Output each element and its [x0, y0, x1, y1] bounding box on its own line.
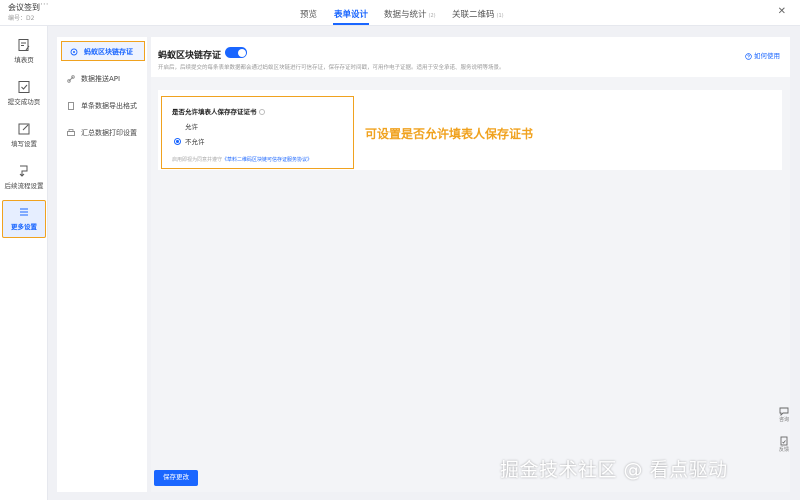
section-description: 开启后，后续提交的每条表单数据都会通过蚂蚁区块链进行可信存证，保存存证时间戳，可… — [158, 65, 505, 71]
certificate-setting-card: 是否允许填表人保存存证证书 允许 不允许 启用即视为同意并遵守《草料二维码区块链… — [158, 90, 782, 170]
radio-checked-icon — [174, 138, 181, 145]
tab-label: 表单设计 — [334, 10, 369, 20]
annotation-callout: 可设置是否允许填表人保存证书 — [365, 127, 534, 141]
tab-form-design[interactable]: 表单设计 — [334, 8, 368, 20]
success-page-icon — [18, 81, 30, 93]
rail-label: 填写设置 — [11, 140, 37, 148]
rail-label: 提交成功页 — [7, 98, 41, 106]
option-label: 不允许 — [185, 138, 205, 146]
help-link[interactable]: 如何使用 — [745, 50, 780, 60]
tab-badge: (1) — [496, 13, 504, 19]
top-bar: 会议签到 ··· 编号：D2 预览 表单设计 数据与统计 (2) 关联二维码 (1)… — [0, 0, 800, 26]
agreement-link[interactable]: 《草料二维码区块链可信存证服务协议》 — [222, 157, 312, 163]
flow-icon — [19, 165, 28, 177]
feedback-icon — [780, 436, 788, 446]
help-label: 如何使用 — [754, 52, 780, 60]
floating-tools: 咨询 反馈 — [773, 400, 795, 460]
agreement-prefix: 启用即视为同意并遵守 — [172, 157, 223, 163]
app-title: 会议签到 — [8, 3, 40, 12]
submenu-label: 汇总数据打印设置 — [81, 129, 137, 137]
save-button[interactable]: 保存更改 — [154, 470, 198, 486]
highlight-box: 是否允许填表人保存存证证书 允许 不允许 启用即视为同意并遵守《草料二维码区块链… — [161, 96, 354, 169]
close-icon[interactable]: ✕ — [778, 6, 786, 17]
submenu-item-blockchain[interactable]: 蚂蚁区块链存证 — [61, 41, 145, 61]
print-icon — [67, 129, 75, 136]
form-edit-icon — [18, 39, 30, 51]
submenu-label: 单条数据导出格式 — [81, 102, 137, 110]
chat-icon — [779, 407, 789, 416]
option-allow[interactable]: 允许 — [174, 121, 198, 131]
submenu-label: 数据推送API — [81, 75, 121, 83]
left-rail: 填表页 提交成功页 填写设置 后续流程设置 更多设置 — [0, 26, 48, 500]
submenu-item-data-push-api[interactable]: 数据推送API — [59, 69, 145, 89]
float-label: 咨询 — [778, 417, 789, 423]
submenu-item-print-settings[interactable]: 汇总数据打印设置 — [59, 123, 145, 143]
rail-item-more-settings[interactable]: 更多设置 — [2, 200, 46, 238]
active-tab-indicator — [333, 23, 369, 25]
rail-label: 后续流程设置 — [4, 182, 44, 190]
blockchain-icon — [70, 48, 78, 56]
app-subtitle: 编号：D2 — [8, 15, 35, 22]
question-text: 是否允许填表人保存存证证书 — [172, 108, 257, 116]
tab-label: 关联二维码 — [452, 10, 495, 20]
section-title: 蚂蚁区块链存证 — [158, 51, 222, 61]
rail-item-form-page[interactable]: 填表页 — [0, 34, 48, 72]
menu-icon — [20, 208, 28, 216]
feedback-button[interactable]: 反馈 — [773, 436, 795, 453]
edit-settings-icon — [18, 123, 30, 135]
link-icon — [67, 75, 75, 83]
tab-badge: (2) — [428, 13, 436, 19]
help-icon — [745, 53, 752, 60]
tab-label: 预览 — [300, 10, 318, 20]
rail-label: 填表页 — [14, 56, 34, 64]
tab-preview[interactable]: 预览 — [300, 8, 317, 20]
question-label: 是否允许填表人保存存证证书 — [172, 106, 265, 116]
blockchain-toggle[interactable] — [225, 47, 247, 58]
radio-icon — [174, 123, 181, 130]
option-disallow[interactable]: 不允许 — [174, 136, 205, 146]
document-icon — [68, 102, 74, 110]
rail-item-workflow-settings[interactable]: 后续流程设置 — [0, 160, 48, 198]
tab-label: 数据与统计 — [384, 10, 427, 20]
rail-item-fill-settings[interactable]: 填写设置 — [0, 118, 48, 156]
submenu-label: 蚂蚁区块链存证 — [84, 48, 133, 56]
option-label: 允许 — [185, 123, 198, 131]
more-icon[interactable]: ··· — [40, 0, 49, 10]
agreement-note: 启用即视为同意并遵守《草料二维码区块链可信存证服务协议》 — [172, 156, 312, 163]
rail-item-success-page[interactable]: 提交成功页 — [0, 76, 48, 114]
settings-submenu: 蚂蚁区块链存证 数据推送API 单条数据导出格式 汇总数据打印设置 — [57, 37, 147, 492]
section-header: 蚂蚁区块链存证 开启后，后续提交的每条表单数据都会通过蚂蚁区块链进行可信存证，保… — [151, 37, 790, 77]
consult-button[interactable]: 咨询 — [773, 406, 795, 423]
float-label: 反馈 — [778, 447, 789, 453]
watermark: 掘金技术社区 @ 看点驱动 — [500, 459, 728, 481]
info-icon — [258, 109, 265, 115]
submenu-item-export-format[interactable]: 单条数据导出格式 — [59, 96, 145, 116]
tab-data-stats[interactable]: 数据与统计 (2) — [384, 8, 436, 20]
rail-label: 更多设置 — [11, 223, 37, 231]
main-panel: 蚂蚁区块链存证 开启后，后续提交的每条表单数据都会通过蚂蚁区块链进行可信存证，保… — [151, 37, 790, 492]
tab-linked-qrcode[interactable]: 关联二维码 (1) — [452, 8, 504, 20]
